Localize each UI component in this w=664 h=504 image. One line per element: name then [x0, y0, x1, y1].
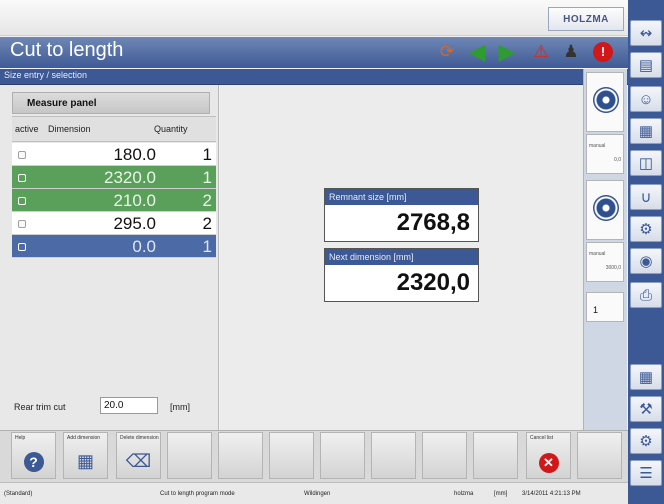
- rear-trim-input[interactable]: 20.0: [100, 397, 158, 414]
- cancel-list-label: Cancel list: [530, 435, 554, 441]
- rear-trim-label: Rear trim cut: [14, 402, 66, 412]
- quantity-cell: 1: [202, 237, 212, 256]
- col-dimension: Dimension: [48, 124, 91, 134]
- col-active: active: [15, 124, 39, 134]
- saw-status-1: [586, 72, 624, 132]
- refresh-icon[interactable]: ⟳: [436, 40, 458, 64]
- arrow-left-icon[interactable]: ◀: [466, 39, 488, 64]
- mode-box-1: manual 0,0: [586, 134, 624, 174]
- rear-trim-unit: [mm]: [170, 402, 190, 412]
- arrow-right-icon[interactable]: ▶: [496, 39, 518, 64]
- mode-2-label: manual: [589, 251, 606, 257]
- status-location: Wildingen: [304, 491, 331, 497]
- dimension-cell: 180.0: [113, 145, 156, 164]
- quantity-cell: 1: [202, 168, 212, 187]
- empty-button-3[interactable]: [269, 432, 314, 479]
- add-dimension-button[interactable]: Add dimension ▦: [63, 432, 108, 479]
- delete-dimension-label: Delete dimension: [120, 435, 159, 441]
- operators-icon[interactable]: ♟: [560, 40, 582, 64]
- brand-logo: HOLZMA: [548, 7, 624, 31]
- next-dimension-panel: Next dimension [mm] 2320,0: [324, 248, 479, 302]
- monitor-icon[interactable]: ▤: [630, 52, 662, 78]
- table-header: active Dimension Quantity: [12, 116, 216, 142]
- next-dimension-value: 2320,0: [396, 269, 470, 296]
- grid-icon[interactable]: ▦: [630, 364, 662, 390]
- help-icon: ?: [12, 451, 55, 472]
- target-icon[interactable]: ◉: [630, 248, 662, 274]
- col-quantity: Quantity: [154, 124, 188, 134]
- emergency-stop-icon[interactable]: !: [592, 40, 614, 64]
- top-bar: [0, 0, 628, 36]
- counter-value: 1: [593, 305, 599, 315]
- status-user: holzma: [454, 491, 474, 497]
- gear-icon[interactable]: ⚙: [630, 216, 662, 242]
- dimension-cell: 295.0: [113, 214, 156, 233]
- add-dimension-icon: ▦: [76, 451, 94, 471]
- mode-1-label: manual: [589, 143, 606, 149]
- active-checkbox[interactable]: [18, 220, 26, 228]
- print-icon[interactable]: ⎙: [630, 282, 662, 308]
- quantity-cell: 2: [202, 214, 212, 233]
- settings-icon[interactable]: ⚙: [630, 428, 662, 454]
- empty-button-5[interactable]: [371, 432, 416, 479]
- table-row[interactable]: 295.0 2: [12, 212, 216, 235]
- counter-box: 1: [586, 292, 624, 322]
- section-header: [0, 69, 628, 85]
- table-row[interactable]: 180.0 1: [12, 143, 216, 166]
- saw-status-2: [586, 180, 624, 240]
- active-checkbox[interactable]: [18, 243, 26, 251]
- saw-disc-icon: [593, 195, 619, 221]
- quantity-cell: 2: [202, 191, 212, 210]
- status-unit: [mm]: [494, 491, 508, 497]
- empty-button-8[interactable]: [577, 432, 622, 479]
- next-dimension-label: Next dimension [mm]: [325, 249, 478, 265]
- mode-box-2: manual 3000,0: [586, 242, 624, 282]
- table-row[interactable]: 0.0 1: [12, 235, 216, 258]
- active-checkbox[interactable]: [18, 197, 26, 205]
- status-mode: (Standard): [4, 491, 33, 497]
- empty-button-1[interactable]: [167, 432, 212, 479]
- add-dimension-label: Add dimension: [67, 435, 101, 441]
- warning-icon[interactable]: ⚠: [530, 40, 552, 64]
- delete-dimension-button[interactable]: Delete dimension ⌫: [116, 432, 161, 479]
- empty-button-4[interactable]: [320, 432, 365, 479]
- page-title: Cut to length: [10, 39, 124, 61]
- status-bar: (Standard) Cut to length program mode Wi…: [0, 482, 628, 504]
- layers-icon[interactable]: ☰: [630, 460, 662, 486]
- user-icon[interactable]: ☺: [630, 86, 662, 112]
- remnant-panel: Remnant size [mm] 2768,8: [324, 188, 479, 242]
- table-row[interactable]: 2320.0 1: [12, 166, 216, 189]
- layout-icon[interactable]: ◫: [630, 150, 662, 176]
- active-checkbox[interactable]: [18, 151, 26, 159]
- trash-icon: ⌫: [125, 451, 152, 471]
- status-datetime: 3/14/2011 4:21:13 PM: [522, 491, 581, 497]
- panel-icon[interactable]: ▦: [630, 118, 662, 144]
- dimension-cell: 210.0: [113, 191, 156, 210]
- tools-icon[interactable]: ⚒: [630, 396, 662, 422]
- status-program: Cut to length program mode: [160, 491, 235, 497]
- cancel-list-button[interactable]: Cancel list ✕: [526, 432, 571, 479]
- measure-panel-header: Measure panel: [12, 92, 210, 114]
- empty-button-7[interactable]: [473, 432, 518, 479]
- section-title: Size entry / selection: [4, 70, 88, 80]
- table-row[interactable]: 210.0 2: [12, 189, 216, 212]
- dimension-cell: 2320.0: [104, 168, 156, 187]
- help-label: Help: [15, 435, 26, 441]
- nav-top-icon[interactable]: ↭: [630, 20, 662, 46]
- active-checkbox[interactable]: [18, 174, 26, 182]
- mode-2-value: 3000,0: [605, 265, 621, 271]
- remnant-value: 2768,8: [396, 209, 470, 236]
- remnant-label: Remnant size [mm]: [325, 189, 478, 205]
- dimension-cell: 0.0: [132, 237, 156, 256]
- empty-button-2[interactable]: [218, 432, 263, 479]
- clamp-icon[interactable]: ∪: [630, 184, 662, 210]
- quantity-cell: 1: [202, 145, 212, 164]
- saw-disc-icon: [593, 87, 619, 113]
- mode-1-value: 0,0: [614, 157, 621, 163]
- cancel-icon: ✕: [527, 451, 570, 473]
- empty-button-6[interactable]: [422, 432, 467, 479]
- help-button[interactable]: Help ?: [11, 432, 56, 479]
